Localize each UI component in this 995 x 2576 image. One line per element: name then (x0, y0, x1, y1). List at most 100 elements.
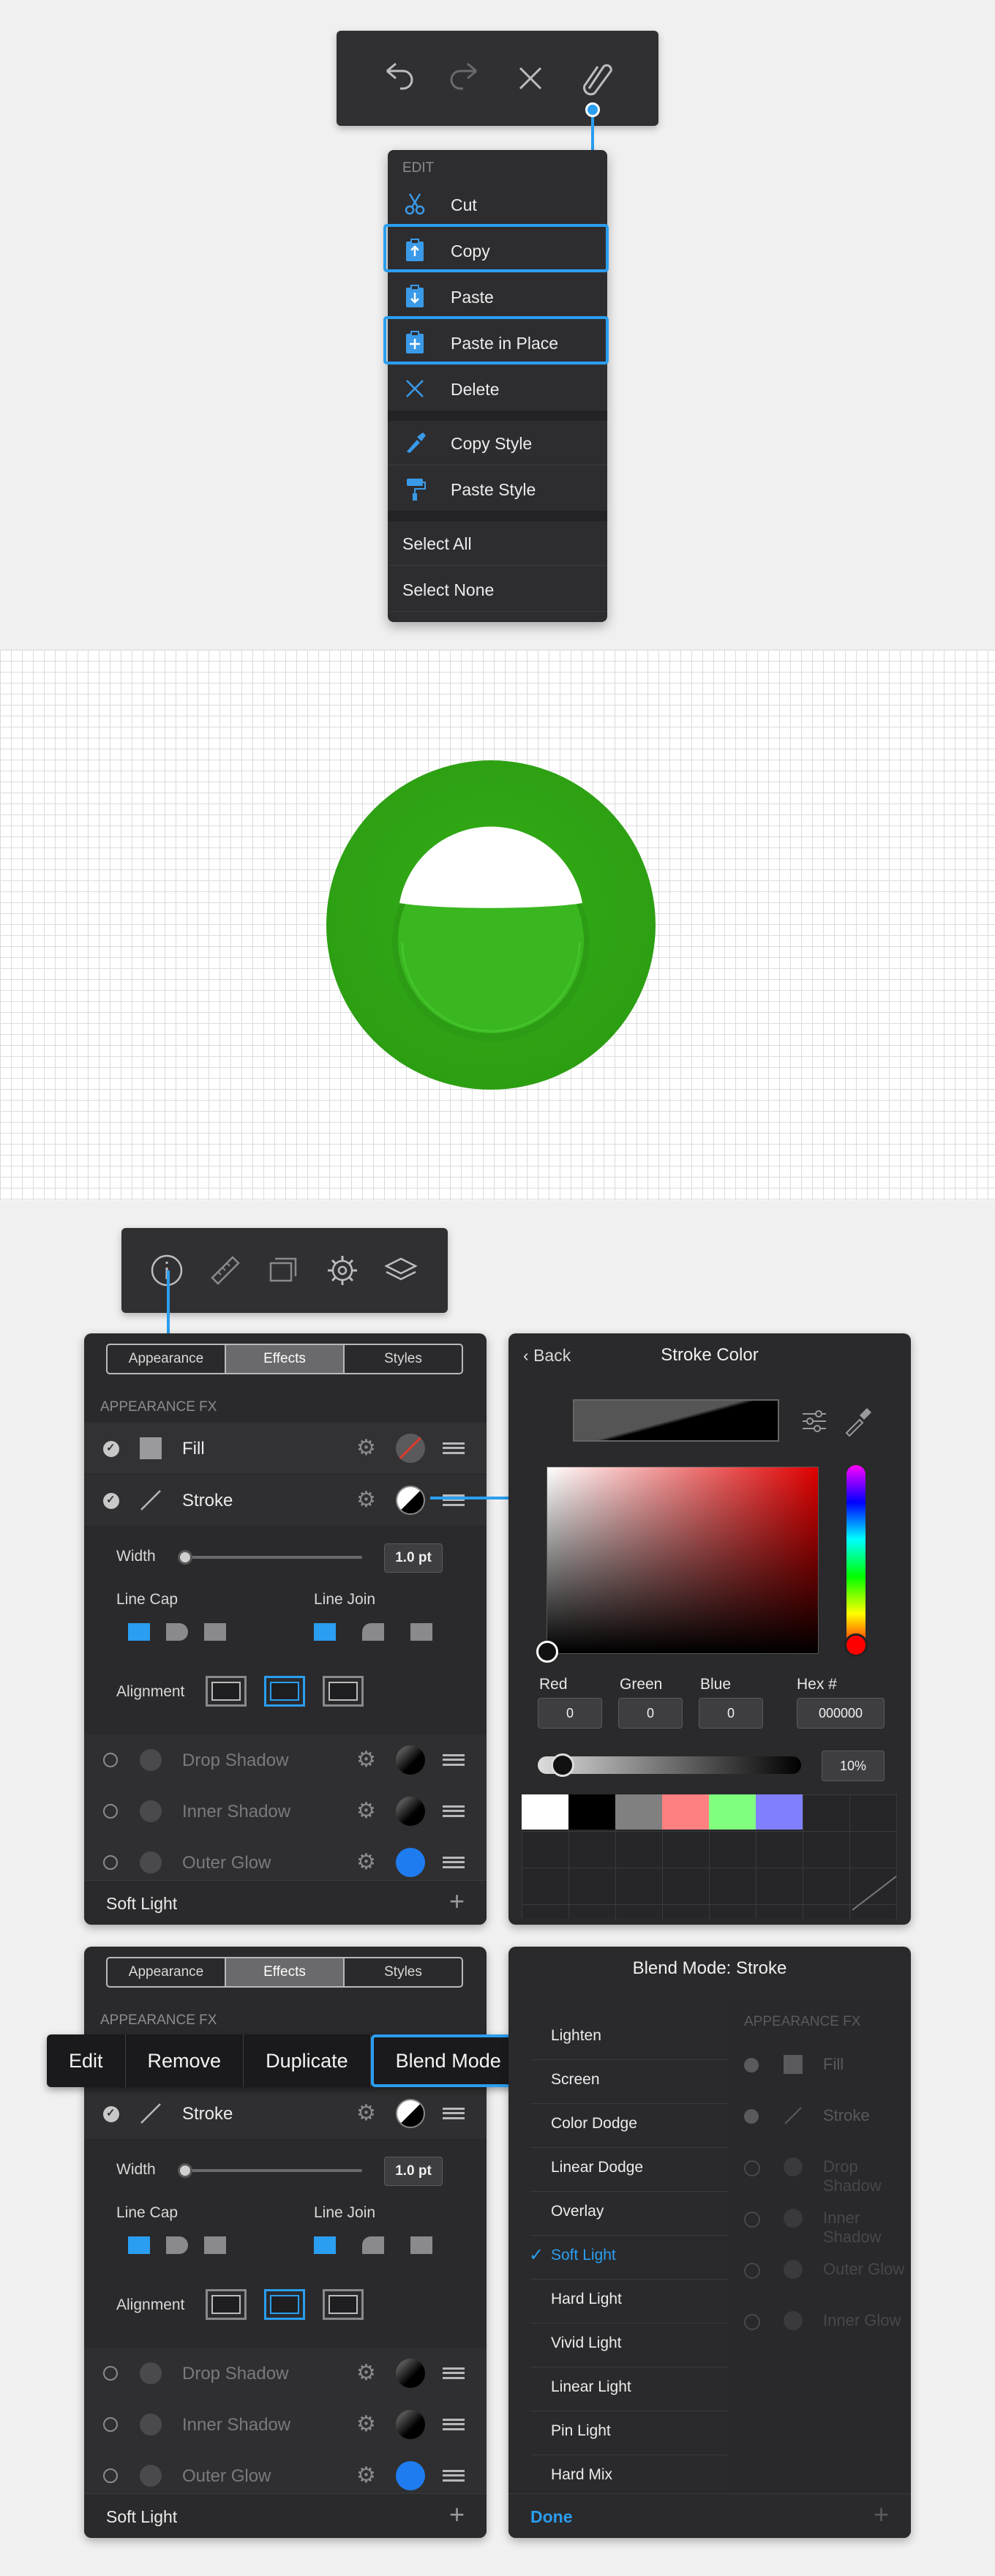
color-field-knob[interactable] (536, 1641, 558, 1663)
tab-styles[interactable]: Styles (345, 1958, 462, 1986)
width-slider-knob[interactable] (178, 2163, 192, 2178)
join-miter-icon[interactable] (314, 1623, 336, 1641)
reorder-icon[interactable] (443, 1805, 465, 1817)
fx-row-drop-shadow[interactable]: Drop Shadow ⚙ (84, 2348, 487, 2400)
gear-icon[interactable]: ⚙ (356, 2361, 376, 2386)
join-round-icon[interactable] (362, 2236, 384, 2254)
reorder-icon[interactable] (443, 1857, 465, 1868)
red-field[interactable]: 0 (538, 1698, 602, 1729)
blend-screen[interactable]: Screen (551, 2071, 600, 2089)
add-icon[interactable]: + (449, 2501, 465, 2528)
blend-color-dodge[interactable]: Color Dodge (551, 2115, 637, 2133)
green-shape[interactable] (322, 760, 666, 1096)
add-icon[interactable]: + (449, 1888, 465, 1914)
saturation-brightness-field[interactable] (547, 1467, 819, 1654)
width-slider[interactable] (187, 2169, 362, 2172)
opacity-field[interactable]: 10% (822, 1751, 885, 1781)
green-field[interactable]: 0 (618, 1698, 683, 1729)
join-bevel-icon[interactable] (410, 1623, 432, 1641)
menu-item-delete[interactable]: Delete (388, 367, 607, 411)
gear-icon[interactable]: ⚙ (356, 1488, 376, 1513)
align-center-icon[interactable] (264, 2289, 305, 2320)
layers-icon[interactable] (379, 1248, 423, 1292)
align-inside-icon[interactable] (206, 2289, 247, 2320)
color-dot-icon[interactable] (396, 1745, 425, 1775)
join-round-icon[interactable] (362, 1623, 384, 1641)
blend-lighten[interactable]: Lighten (551, 2027, 601, 2045)
menu-item-select-none[interactable]: Select None (388, 567, 607, 612)
swatch-pink[interactable] (662, 1794, 709, 1830)
radio-icon[interactable] (103, 2366, 118, 2381)
reorder-icon[interactable] (443, 2108, 465, 2119)
opacity-slider[interactable] (538, 1756, 801, 1774)
color-dot-icon[interactable] (396, 2359, 425, 2388)
menu-item-paste-style[interactable]: Paste Style (388, 467, 607, 512)
align-inside-icon[interactable] (206, 1676, 247, 1707)
add-icon[interactable]: + (874, 2501, 889, 2528)
swatch-blue[interactable] (756, 1794, 803, 1830)
tab-appearance[interactable]: Appearance (108, 1345, 226, 1373)
artboards-icon[interactable] (262, 1248, 306, 1292)
width-value[interactable]: 1.0 pt (384, 1543, 443, 1573)
radio-icon[interactable] (103, 1804, 118, 1819)
checkmark-icon[interactable] (103, 2106, 119, 2122)
tab-styles[interactable]: Styles (345, 1345, 462, 1373)
fx-row-inner-shadow[interactable]: Inner Shadow ⚙ (84, 2399, 487, 2451)
context-edit[interactable]: Edit (47, 2034, 126, 2087)
swatch-black[interactable] (568, 1794, 615, 1830)
context-blend-mode[interactable]: Blend Mode (370, 2034, 526, 2087)
align-center-icon[interactable] (264, 1676, 305, 1707)
fx-row-inner-shadow[interactable]: Inner Shadow ⚙ (84, 1786, 487, 1838)
no-swatch-icon[interactable] (851, 1875, 898, 1912)
redo-icon[interactable] (443, 56, 487, 100)
blend-vivid-light[interactable]: Vivid Light (551, 2334, 622, 2352)
ruler-icon[interactable] (203, 1248, 247, 1292)
radio-icon[interactable] (103, 2468, 118, 2483)
blend-mode-label[interactable]: Soft Light (106, 1894, 177, 1914)
swatch-white[interactable] (522, 1794, 568, 1830)
fx-row-fill[interactable]: Fill ⚙ (84, 1423, 487, 1475)
done-button[interactable]: Done (530, 2507, 573, 2527)
color-dot-icon[interactable] (396, 1848, 425, 1877)
context-duplicate[interactable]: Duplicate (244, 2034, 371, 2087)
radio-icon[interactable] (103, 1753, 118, 1767)
join-bevel-icon[interactable] (410, 2236, 432, 2254)
opacity-knob[interactable] (551, 1753, 574, 1777)
align-outside-icon[interactable] (323, 2289, 364, 2320)
hue-knob[interactable] (844, 1633, 868, 1657)
reorder-icon[interactable] (443, 1442, 465, 1454)
radio-icon[interactable] (103, 2417, 118, 2432)
radio-icon[interactable] (103, 1855, 118, 1870)
gear-icon[interactable]: ⚙ (356, 2463, 376, 2488)
blend-overlay[interactable]: Overlay (551, 2203, 604, 2220)
cap-square-icon[interactable] (204, 2236, 226, 2254)
fx-row-stroke[interactable]: Stroke ⚙ (84, 2088, 487, 2140)
blend-mode-label[interactable]: Soft Light (106, 2507, 177, 2527)
no-color-icon[interactable] (396, 1434, 425, 1463)
menu-item-paste[interactable]: Paste (388, 274, 607, 319)
cap-round-icon[interactable] (166, 1623, 188, 1641)
stroke-color-icon[interactable] (396, 1486, 425, 1515)
align-outside-icon[interactable] (323, 1676, 364, 1707)
color-dot-icon[interactable] (396, 2410, 425, 2439)
hue-slider[interactable] (846, 1465, 866, 1651)
swatch-green[interactable] (709, 1794, 756, 1830)
swatch-gray[interactable] (615, 1794, 662, 1830)
tab-effects[interactable]: Effects (226, 1345, 345, 1373)
context-remove[interactable]: Remove (126, 2034, 244, 2087)
checkmark-icon[interactable] (103, 1493, 119, 1509)
color-dot-icon[interactable] (396, 2461, 425, 2490)
fx-row-stroke[interactable]: Stroke ⚙ (84, 1475, 487, 1527)
paperclip-icon[interactable] (574, 56, 618, 100)
blend-hard-mix[interactable]: Hard Mix (551, 2466, 612, 2484)
blue-field[interactable]: 0 (699, 1698, 763, 1729)
width-slider[interactable] (187, 1556, 362, 1559)
hex-field[interactable]: 000000 (797, 1698, 885, 1729)
close-icon[interactable] (508, 56, 552, 100)
reorder-icon[interactable] (443, 2419, 465, 2430)
checkmark-icon[interactable] (103, 1441, 119, 1457)
menu-item-copy-style[interactable]: Copy Style (388, 421, 607, 465)
blend-linear-light[interactable]: Linear Light (551, 2378, 631, 2396)
eyedropper-icon[interactable] (842, 1405, 871, 1437)
menu-item-cut[interactable]: Cut (388, 182, 607, 227)
